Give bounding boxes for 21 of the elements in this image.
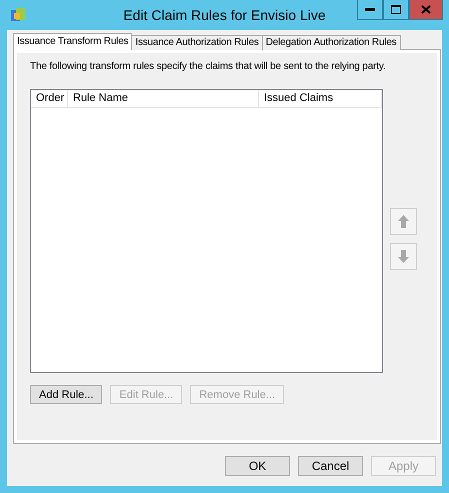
app-icon <box>10 7 26 23</box>
column-header[interactable]: Rule Name <box>68 90 259 107</box>
column-header[interactable]: Issued Claims <box>259 90 382 107</box>
dialog-button[interactable]: Cancel <box>298 456 363 476</box>
description-text: The following transform rules specify the claims that will be sent to the relying party. <box>30 61 387 72</box>
close-button[interactable] <box>409 0 443 20</box>
close-icon <box>421 5 431 14</box>
rules-list[interactable]: Order Rule Name Issued Claims <box>30 89 383 373</box>
minimize-button[interactable] <box>357 0 383 20</box>
up-arrow-icon <box>398 215 409 228</box>
tab[interactable]: Issuance Transform Rules <box>13 33 132 50</box>
tab[interactable]: Issuance Authorization Rules <box>131 35 263 50</box>
window-title: Edit Claim Rules for Envisio Live <box>123 7 326 23</box>
dialog-button[interactable]: OK <box>225 456 290 476</box>
column-header[interactable]: Order <box>31 90 68 107</box>
down-arrow-icon <box>398 250 409 263</box>
rule-button[interactable]: Add Rule... <box>30 385 102 404</box>
maximize-button[interactable] <box>383 0 409 20</box>
tab[interactable]: Delegation Authorization Rules <box>262 35 400 50</box>
minimize-icon <box>365 8 375 11</box>
maximize-icon <box>391 5 401 14</box>
